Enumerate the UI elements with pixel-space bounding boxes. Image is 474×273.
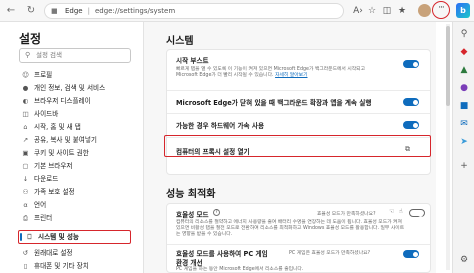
- row-divider: [167, 90, 430, 91]
- hw-accel-title: 가능한 경우 하드웨어 가속 사용: [176, 122, 265, 130]
- search-icon[interactable]: ⚲: [458, 28, 470, 40]
- more-options-button[interactable]: ···: [432, 1, 450, 19]
- efficiency-mode-desc: 컴퓨터의 리소스를 절약하고 에너지 사용량을 줄여 배터리 수명을 연장하는 …: [176, 220, 405, 237]
- startup-boost-title: 시작 부스트: [176, 57, 209, 65]
- phone-icon: ▯: [23, 262, 28, 270]
- startup-boost-desc: 빠르게 탭을 열 수 있도록 이 기능이 켜져 있으면 Microsoft Ed…: [176, 67, 366, 78]
- printer-icon: ⎙: [22, 214, 29, 222]
- settings-main: 시스템 시작 부스트 빠르게 탭을 열 수 있도록 이 기능이 켜져 있으면 M…: [144, 22, 436, 273]
- efficiency-mode-toggle[interactable]: [409, 209, 425, 217]
- performance-card: 효율성 모드 ? 효율성 모드가 만족하셨나요? ☝ ☜ 컴퓨터의 리소스를 절…: [166, 203, 431, 273]
- edge-page-icon: ■: [51, 7, 58, 15]
- outlook-icon[interactable]: ✉: [458, 118, 470, 130]
- settings-title: 설정: [19, 32, 42, 46]
- help-icon[interactable]: ?: [213, 209, 220, 216]
- thumbs-icon[interactable]: ☝: [399, 208, 403, 215]
- gaming-efficiency-title-2: 환경 개선: [176, 259, 203, 267]
- sidebar-item-downloads[interactable]: ↓ 다운로드: [21, 174, 59, 184]
- profile-avatar[interactable]: [418, 4, 431, 17]
- split-screen-icon[interactable]: ◫: [381, 5, 393, 17]
- favorites-list-icon[interactable]: ★: [396, 5, 408, 17]
- sidebar-item-privacy[interactable]: ● 개인 정보, 검색 및 서비스: [21, 83, 106, 93]
- language-icon: α: [23, 201, 28, 209]
- startup-boost-toggle[interactable]: [403, 60, 419, 68]
- send-icon[interactable]: ➤: [458, 136, 470, 148]
- sidebar-item-printers[interactable]: ⎙ 프린터: [21, 213, 52, 223]
- appearance-icon: ◐: [22, 97, 29, 105]
- browser-icon: ▢: [22, 162, 29, 170]
- sidebar-settings-icon[interactable]: ⚙: [458, 254, 470, 266]
- settings-search-input[interactable]: ⚲ 설정 검색: [19, 48, 131, 63]
- address-site: Edge: [65, 7, 83, 15]
- learn-more-link[interactable]: 자세히 알아보기: [275, 73, 307, 78]
- sidebar-item-phone[interactable]: ▯ 휴대폰 및 기타 장치: [21, 261, 89, 271]
- sidebar-item-default-browser[interactable]: ▢ 기본 브라우저: [21, 161, 72, 171]
- back-icon[interactable]: ←: [4, 4, 18, 18]
- gaming-efficiency-desc: PC 게임을 하는 동안 Microsoft Edge에서 리소스를 줄입니다.: [176, 267, 304, 272]
- download-icon: ↓: [22, 175, 29, 183]
- gaming-feedback-note: PC 게임은 효율성 모드가 만족하셨나요?: [289, 251, 371, 256]
- tools-icon[interactable]: ▲: [458, 64, 470, 76]
- office-icon[interactable]: ■: [458, 100, 470, 112]
- highlight-hw-accel: [164, 135, 431, 157]
- thumbs-up-icon[interactable]: ☜: [389, 208, 394, 215]
- sidebar-item-profile[interactable]: ☺ 프로필: [21, 70, 52, 80]
- add-icon[interactable]: +: [458, 160, 470, 172]
- bg-extensions-toggle[interactable]: [403, 98, 419, 106]
- search-placeholder: 설정 검색: [36, 51, 62, 59]
- sidebar-item-start-home[interactable]: ⌂ 시작, 홈 및 새 탭: [21, 122, 80, 132]
- sidebar-item-appearance[interactable]: ◐ 브라우저 디스플레이: [21, 96, 91, 106]
- shopping-icon[interactable]: ◆: [458, 46, 470, 58]
- settings-sidebar: 설정 ⚲ 설정 검색 ☺ 프로필 ● 개인 정보, 검색 및 서비스 ◐ 브라우저 디…: [0, 22, 140, 273]
- reset-icon: ↺: [22, 249, 29, 257]
- family-icon: ⚇: [22, 188, 29, 196]
- efficiency-mode-title: 효율성 모드: [176, 211, 209, 219]
- perf-section-title: 성능 최적화: [166, 189, 216, 200]
- sidebar-item-share[interactable]: ↗ 공유, 복사 및 붙여넣기: [21, 135, 97, 145]
- sidebar-item-languages[interactable]: α 언어: [21, 200, 46, 210]
- main-scrollbar[interactable]: [446, 24, 450, 270]
- person-icon: ☺: [22, 71, 29, 79]
- row-divider: [167, 244, 430, 245]
- efficiency-feedback-note: 효율성 모드가 만족하셨나요?: [317, 212, 376, 217]
- browser-toolbar: ← ↻ ■ Edge | edge://settings/system A› ☆ ◫…: [0, 0, 474, 22]
- favorite-star-icon[interactable]: ☆: [366, 5, 378, 17]
- games-icon[interactable]: ●: [458, 82, 470, 94]
- hw-accel-toggle[interactable]: [403, 121, 419, 129]
- address-path: edge://settings/system: [94, 7, 176, 15]
- system-section-title: 시스템: [166, 36, 194, 47]
- share-icon: ↗: [22, 136, 29, 144]
- sidebar-item-reset[interactable]: ↺ 원래대로 설정: [21, 248, 73, 258]
- edge-sidebar-rail: ⚲ ◆ ▲ ● ■ ✉ ➤ + ⚙: [452, 22, 474, 273]
- sidebar-item-sidebar[interactable]: ◫ 사이드바: [21, 109, 58, 119]
- highlight-system-menu: [18, 230, 131, 244]
- gaming-efficiency-toggle[interactable]: [403, 250, 419, 258]
- bing-copilot-icon[interactable]: b: [456, 3, 470, 18]
- refresh-icon[interactable]: ↻: [24, 4, 38, 18]
- sidebar-item-cookies[interactable]: ▣ 쿠키 및 사이트 권한: [21, 148, 88, 158]
- scrollbar-thumb[interactable]: [446, 26, 450, 106]
- address-bar[interactable]: ■ Edge | edge://settings/system: [44, 3, 344, 19]
- row-divider: [167, 113, 430, 114]
- search-icon: ⚲: [25, 51, 31, 59]
- sidebar-icon: ◫: [22, 110, 29, 118]
- lock-icon: ●: [22, 84, 29, 92]
- bg-extensions-title: Microsoft Edge가 닫혀 있을 때 백그라운드 확장과 앱을 계속 …: [176, 99, 372, 107]
- cookie-icon: ▣: [22, 149, 29, 157]
- home-icon: ⌂: [23, 123, 28, 131]
- sidebar-item-family[interactable]: ⚇ 가족 보호 설정: [21, 187, 75, 197]
- read-aloud-icon[interactable]: A›: [352, 5, 364, 17]
